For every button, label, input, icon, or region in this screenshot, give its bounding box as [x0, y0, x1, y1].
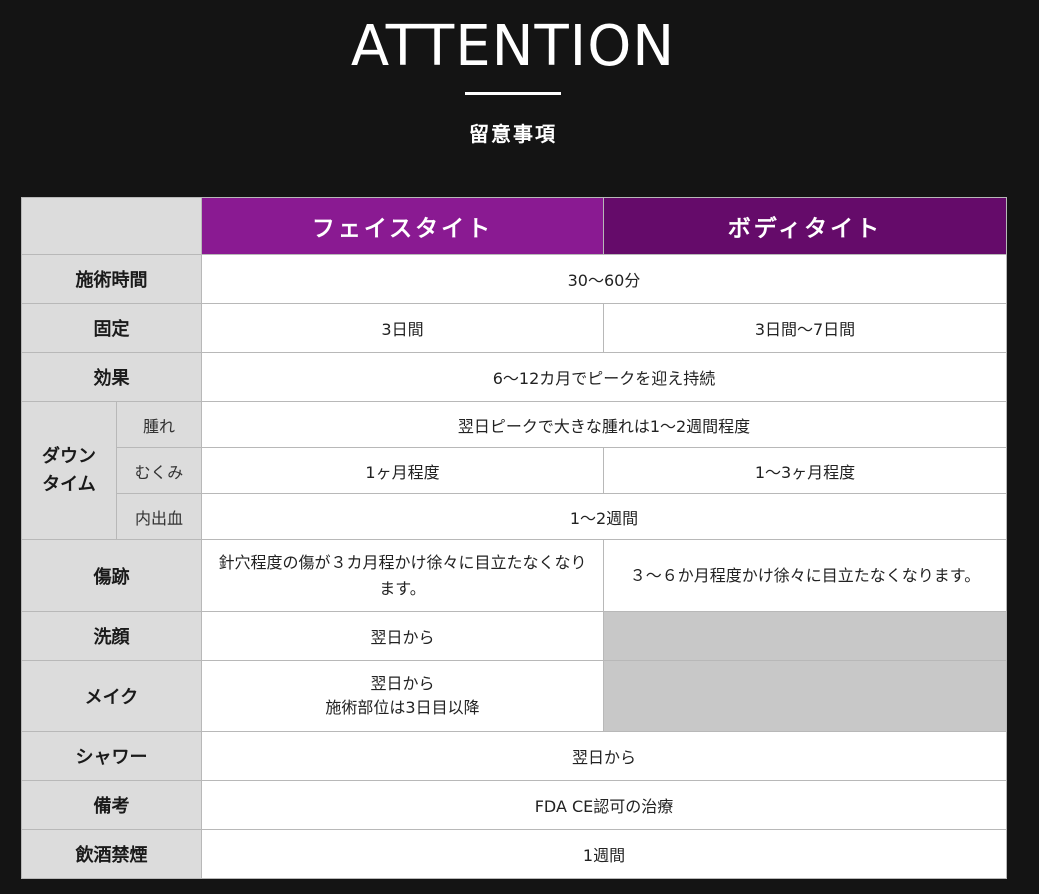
downtime-label-line1: ダウン [42, 445, 96, 467]
table-row-bruising: 内出血 1〜2週間 [22, 493, 1007, 540]
row-label-effect: 効果 [21, 352, 202, 402]
table-row-treatment-time: 施術時間 30〜60分 [21, 254, 1007, 304]
column-header-body: ボディタイト [603, 197, 1007, 255]
makeup-face-value: 翌日から 施術部位は3日目以降 [201, 660, 604, 732]
table-row-puffiness: むくみ 1ヶ月程度 1〜3ヶ月程度 [22, 447, 1007, 494]
column-header-face: フェイスタイト [201, 197, 604, 255]
row-label-puffiness: むくみ [116, 447, 202, 494]
effect-value: 6〜12カ月でピークを迎え持続 [201, 352, 1007, 402]
row-label-face-wash: 洗顔 [21, 611, 202, 661]
table-row-fixation: 固定 3日間 3日間〜7日間 [21, 303, 1007, 353]
title-divider [465, 92, 561, 95]
row-label-notes: 備考 [21, 780, 202, 830]
row-label-shower: シャワー [21, 731, 202, 781]
row-label-makeup: メイク [21, 660, 202, 732]
header-corner-cell [21, 197, 202, 255]
face-wash-face-value: 翌日から [201, 611, 604, 661]
row-label-fixation: 固定 [21, 303, 202, 353]
makeup-face-line2: 施術部位は3日目以降 [325, 698, 480, 717]
row-label-swelling: 腫れ [116, 401, 202, 448]
row-label-drinking-smoking: 飲酒禁煙 [21, 829, 202, 879]
page-subtitle: 留意事項 [469, 122, 557, 146]
fixation-face-value: 3日間 [201, 303, 604, 353]
notes-value: FDA CE認可の治療 [201, 780, 1007, 830]
shower-value: 翌日から [201, 731, 1007, 781]
table-header-row: フェイスタイト ボディタイト [21, 197, 1007, 255]
table-row-scars: 傷跡 針穴程度の傷が３カ月程かけ徐々に目立たなくなります。 ３〜６か月程度かけ徐… [21, 539, 1007, 612]
table-row-drinking-smoking: 飲酒禁煙 1週間 [21, 829, 1007, 879]
scars-body-value: ３〜６か月程度かけ徐々に目立たなくなります。 [603, 539, 1007, 612]
attention-table: フェイスタイト ボディタイト 施術時間 30〜60分 固定 3日間 3日間〜7日… [21, 197, 1007, 879]
downtime-label-line2: タイム [42, 473, 96, 495]
page-title: ATTENTION [350, 14, 676, 79]
table-row-makeup: メイク 翌日から 施術部位は3日目以降 [21, 660, 1007, 732]
row-group-label-downtime: ダウン タイム [21, 401, 117, 540]
puffiness-face-value: 1ヶ月程度 [201, 447, 604, 494]
row-label-bruising: 内出血 [116, 493, 202, 540]
face-wash-body-empty-cell [603, 611, 1007, 661]
swelling-value: 翌日ピークで大きな腫れは1〜2週間程度 [201, 401, 1007, 448]
puffiness-body-value: 1〜3ヶ月程度 [603, 447, 1007, 494]
makeup-face-line1: 翌日から [370, 674, 435, 693]
table-row-notes: 備考 FDA CE認可の治療 [21, 780, 1007, 830]
table-row-effect: 効果 6〜12カ月でピークを迎え持続 [21, 352, 1007, 402]
table-row-face-wash: 洗顔 翌日から [21, 611, 1007, 661]
row-label-scars: 傷跡 [21, 539, 202, 612]
drinking-smoking-value: 1週間 [201, 829, 1007, 879]
table-row-swelling: ダウン タイム 腫れ 翌日ピークで大きな腫れは1〜2週間程度 [21, 401, 1007, 540]
makeup-body-empty-cell [603, 660, 1007, 732]
bruising-value: 1〜2週間 [201, 493, 1007, 540]
treatment-time-value: 30〜60分 [201, 254, 1007, 304]
row-label-treatment-time: 施術時間 [21, 254, 202, 304]
table-row-shower: シャワー 翌日から [21, 731, 1007, 781]
fixation-body-value: 3日間〜7日間 [603, 303, 1007, 353]
scars-face-value: 針穴程度の傷が３カ月程かけ徐々に目立たなくなります。 [201, 539, 604, 612]
